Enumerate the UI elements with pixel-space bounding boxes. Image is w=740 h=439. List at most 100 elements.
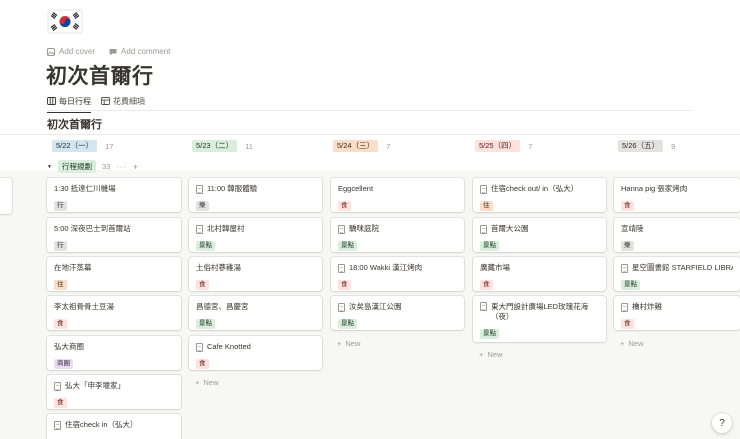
board-card[interactable]: 宣靖陵 樂 <box>614 218 740 252</box>
new-card-button[interactable]: + New <box>195 378 218 387</box>
row-group-count: 33 <box>101 162 111 171</box>
new-card-label: New <box>628 339 644 348</box>
plus-icon: + <box>620 339 625 348</box>
new-card-button[interactable]: + New <box>479 350 502 359</box>
new-card-button[interactable]: + New <box>337 339 360 348</box>
page-icon <box>196 224 203 234</box>
card-title: Cafe Knotted <box>207 342 251 351</box>
page-actions: Add cover Add comment <box>47 47 170 56</box>
south-korea-flag-icon[interactable] <box>47 8 83 35</box>
column-date-pill: 5/25（四） <box>475 140 521 152</box>
card-tag: 食 <box>196 359 209 369</box>
card-tag: 食 <box>480 280 493 290</box>
card-tag: 景點 <box>196 241 215 251</box>
board-card[interactable]: 驕咪庭院 景點 <box>331 218 464 252</box>
page-icon <box>621 302 628 312</box>
board-card[interactable]: 李太祖骨骨土豆湯 食 <box>47 296 181 330</box>
row-group-pill: 行程規劃 <box>57 160 96 173</box>
column-header-5-25[interactable]: 5/25（四） 7 <box>475 140 532 152</box>
page-icon <box>480 224 487 234</box>
page-icon <box>480 184 487 194</box>
add-comment-label: Add comment <box>121 47 171 56</box>
card-title: Hanna pig 張家烤肉 <box>621 184 688 193</box>
row-group-header[interactable]: ▼ 行程規劃 33 ··· + <box>47 160 138 173</box>
board-card[interactable]: 東大門設計廣場LED玫瑰花海（夜） 景點 <box>473 296 606 342</box>
add-cover-label: Add cover <box>59 47 96 56</box>
board-card[interactable]: 橋村炸雞 食 <box>614 296 740 330</box>
card-title: 汝矣島漢江公園 <box>349 302 402 311</box>
collapse-triangle-icon[interactable]: ▼ <box>47 164 52 170</box>
card-title: 弘大「申李堰家」 <box>65 381 125 390</box>
card-title: 驕咪庭院 <box>349 224 379 233</box>
card-title: 北村韓屋村 <box>207 224 245 233</box>
board-card[interactable]: Eggcellent 食 <box>331 178 464 212</box>
page-icon <box>338 224 345 234</box>
board-card[interactable]: 弘大商圈 商圈 <box>47 336 181 370</box>
help-button[interactable]: ? <box>712 413 732 433</box>
board-card[interactable]: 住宿check out/ in（弘大） 住 <box>473 178 606 212</box>
plus-icon: + <box>479 350 484 359</box>
column-date-pill: 5/26（五） <box>618 140 664 152</box>
card-tag: 景點 <box>338 241 357 251</box>
add-card-icon[interactable]: + <box>133 162 138 172</box>
column-date-pill: 5/22（一） <box>52 140 98 152</box>
card-title: 昌德宮、昌慶宮 <box>196 302 249 311</box>
help-question-icon: ? <box>719 417 725 429</box>
new-card-button[interactable]: + New <box>620 339 643 348</box>
card-tag: 行 <box>54 241 67 251</box>
card-tag: 商圈 <box>54 359 73 369</box>
card-title: 廣藏市場 <box>480 263 510 272</box>
board-title[interactable]: 初次首爾行 <box>47 116 102 132</box>
tab-daily-schedule[interactable]: 每日行程 <box>47 94 91 113</box>
board-card[interactable]: 5:00 深夜巴士到首爾站 行 <box>47 218 181 252</box>
board-card[interactable]: 弘大「申李堰家」 食 <box>47 375 181 409</box>
add-comment-button[interactable]: Add comment <box>109 47 170 56</box>
card-tag: 住 <box>480 201 493 211</box>
page-icon <box>338 302 345 312</box>
card-title: 11:00 韓服體驗 <box>207 184 258 193</box>
more-options-icon[interactable]: ··· <box>116 162 127 171</box>
board-card[interactable]: 星空圖書館 STARFIELD LIBRARY 景點 <box>614 257 740 291</box>
column-header-5-24[interactable]: 5/24（三） 7 <box>333 140 390 152</box>
board-card[interactable]: 廣藏市場 食 <box>473 257 606 291</box>
board-card[interactable]: 住宿check in（弘大） <box>47 414 181 439</box>
column-count: 17 <box>105 141 114 151</box>
card-title: 宣靖陵 <box>621 224 644 233</box>
board-card[interactable]: Cafe Knotted 食 <box>189 336 322 370</box>
column-count: 7 <box>528 141 533 151</box>
card-title: Eggcellent <box>338 184 374 193</box>
page-icon <box>196 184 203 194</box>
board-card[interactable]: 11:00 韓服體驗 樂 <box>189 178 322 212</box>
board-card[interactable]: 首爾大公園 景點 <box>473 218 606 252</box>
card-title: 18:00 Wakki 漢江烤肉 <box>349 263 423 272</box>
column-header-5-26[interactable]: 5/26（五） 9 <box>618 140 675 152</box>
column-count: 11 <box>245 141 253 151</box>
tab-expense-details[interactable]: 花費細項 <box>101 94 145 108</box>
page-icon <box>621 263 628 273</box>
card-partial[interactable] <box>0 178 12 214</box>
board-card[interactable]: 北村韓屋村 景點 <box>189 218 322 252</box>
board-card[interactable]: Hanna pig 張家烤肉 食 <box>614 178 740 212</box>
board-card[interactable]: 昌德宮、昌慶宮 景點 <box>189 296 322 330</box>
board-card[interactable]: 土俗村蔘雞湯 食 <box>189 257 322 291</box>
tabs-divider <box>47 110 693 111</box>
new-card-label: New <box>487 350 503 359</box>
view-tabs: 每日行程 花費細項 <box>47 94 145 113</box>
card-title: 星空圖書館 STARFIELD LIBRARY <box>632 263 733 272</box>
board-card[interactable]: 1:30 抵達仁川機場 行 <box>47 178 181 212</box>
column-header-5-23[interactable]: 5/23（二） 11 <box>192 140 253 152</box>
card-tag: 食 <box>621 201 634 211</box>
card-tag: 住 <box>54 280 67 290</box>
board-icon <box>47 97 56 105</box>
page-title[interactable]: 初次首爾行 <box>46 60 154 90</box>
column-header-5-22[interactable]: 5/22（一） 17 <box>52 140 113 152</box>
card-title: 首爾大公園 <box>491 224 529 233</box>
table-icon <box>101 97 110 105</box>
card-title: 住宿check in（弘大） <box>65 420 138 429</box>
board-card[interactable]: 在地汗蒸幕 住 <box>47 257 181 291</box>
card-tag: 景點 <box>480 329 499 339</box>
board-card[interactable]: 18:00 Wakki 漢江烤肉 食 <box>331 257 464 291</box>
add-cover-button[interactable]: Add cover <box>47 47 95 56</box>
page-icon <box>54 420 61 430</box>
board-card[interactable]: 汝矣島漢江公園 景點 <box>331 296 464 330</box>
